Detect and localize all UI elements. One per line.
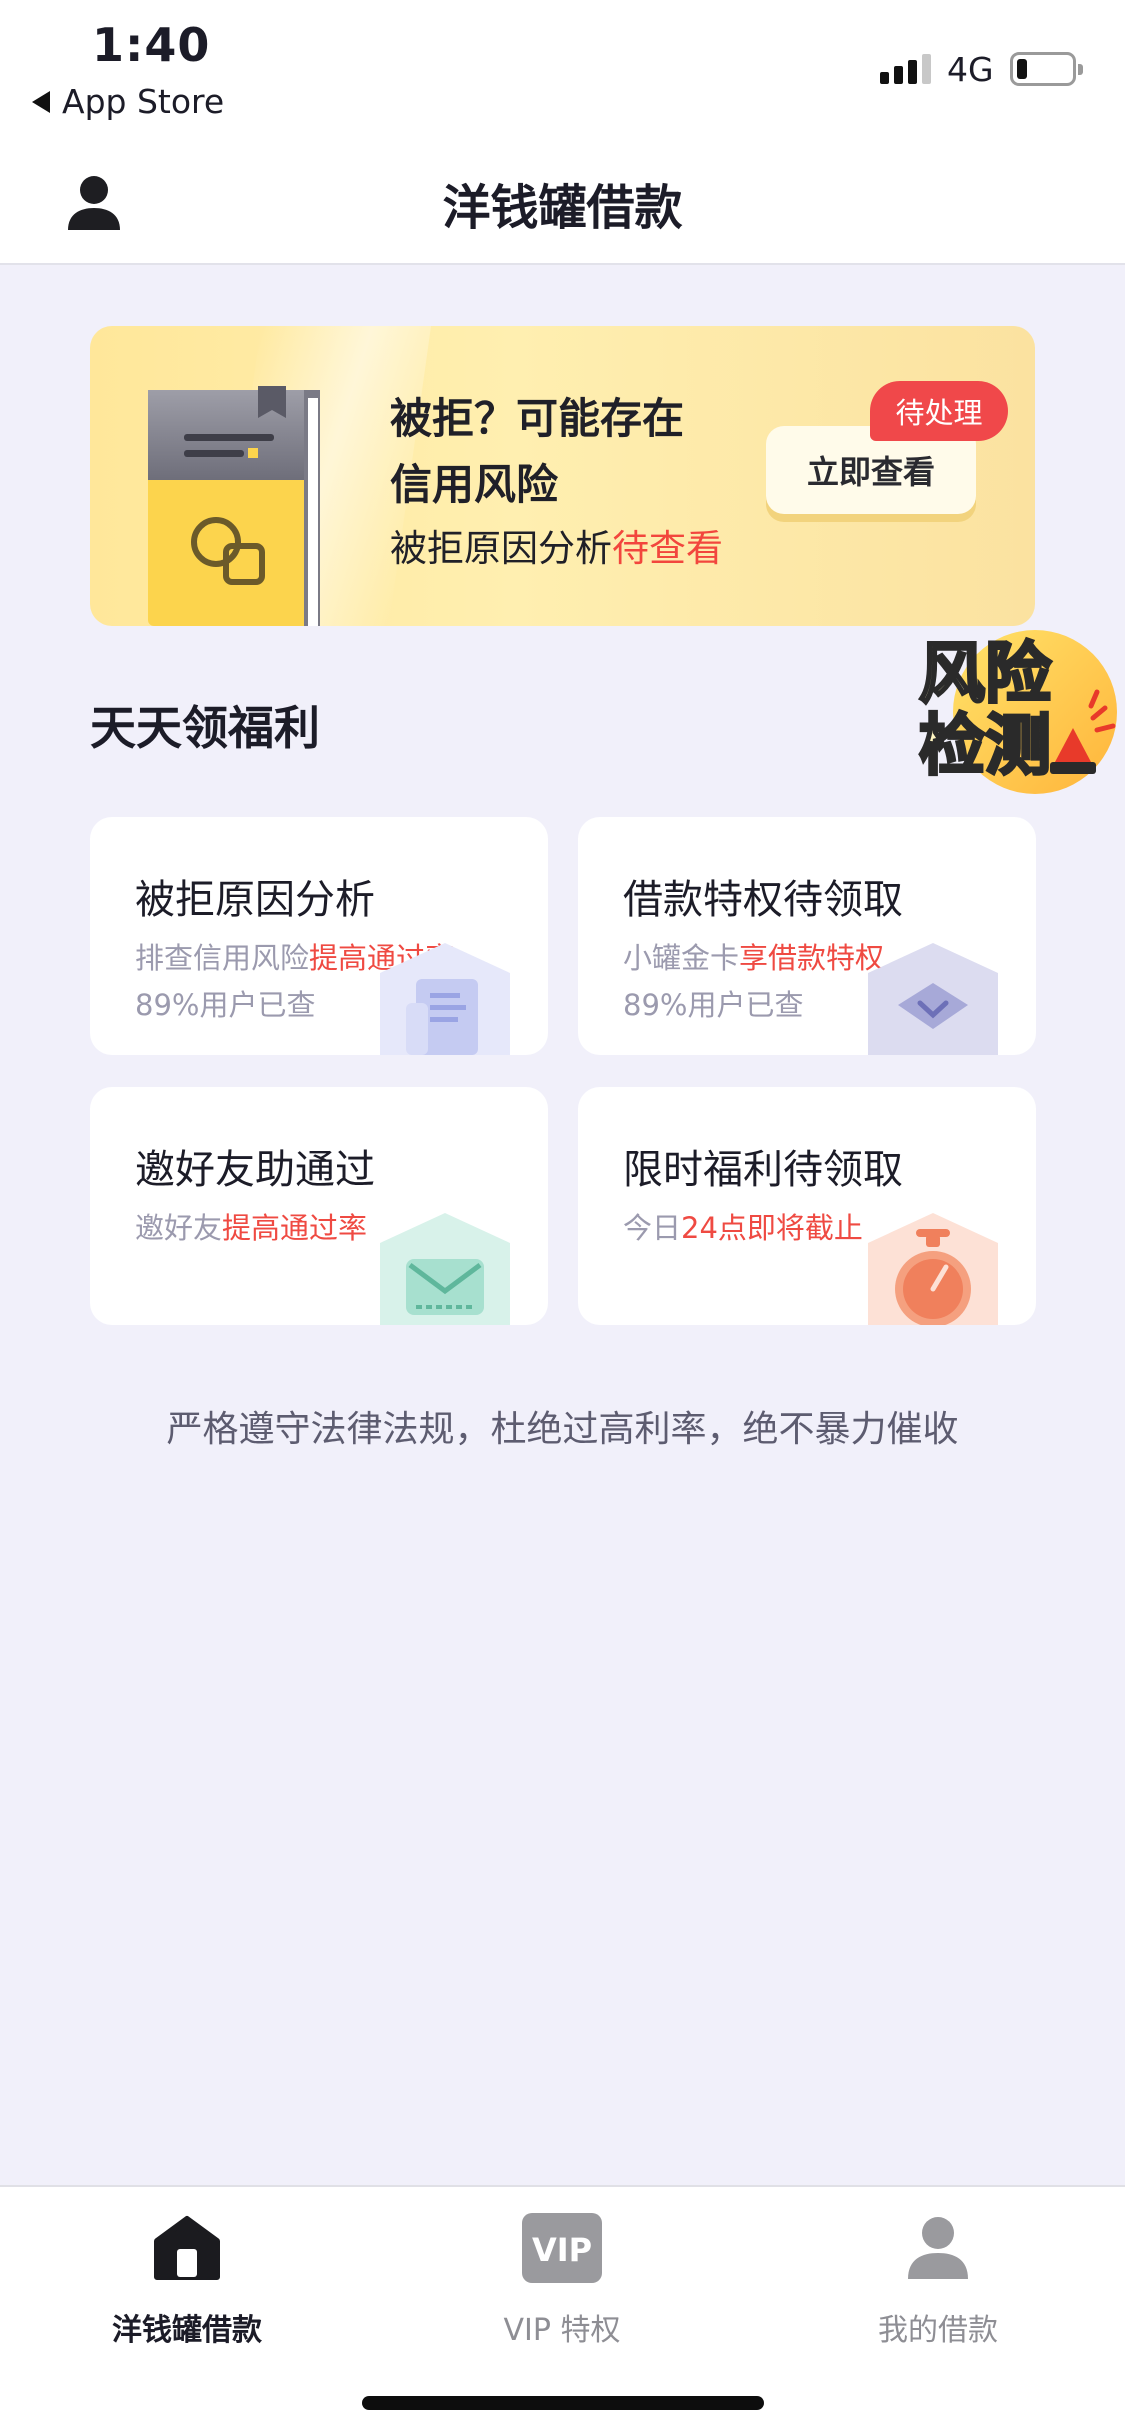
status-bar: 1:40 App Store 4G <box>0 0 1125 140</box>
back-arrow-icon <box>32 90 50 113</box>
card-title: 邀好友助通过 <box>135 1147 375 1193</box>
tab-vip[interactable]: VIP VIP 特权 <box>432 2213 692 2349</box>
benefits-section-title: 天天领福利 <box>90 701 320 755</box>
banner-sub-prefix: 被拒原因分析 <box>390 527 612 570</box>
pending-badge: 待处理 <box>870 381 1008 441</box>
benefit-card-loan-privilege[interactable]: 借款特权待领取 小罐金卡享借款特权 89%用户已查 <box>578 817 1036 1055</box>
cellular-signal-icon <box>880 54 931 84</box>
envelope-icon <box>380 1213 510 1325</box>
compliance-note: 严格遵守法律法规，杜绝过高利率，绝不暴力催收 <box>166 1409 959 1450</box>
card-title: 借款特权待领取 <box>623 877 903 923</box>
card-stat: 89%用户已查 <box>135 988 316 1022</box>
risk-badge-line2: 检测 <box>919 707 1051 784</box>
card-description: 小罐金卡享借款特权 <box>623 941 885 975</box>
document-icon <box>380 943 510 1055</box>
stopwatch-icon <box>868 1213 998 1325</box>
vip-icon-text: VIP <box>532 2231 592 2269</box>
status-time: 1:40 <box>92 18 211 72</box>
tab-home[interactable]: 洋钱罐借款 <box>57 2213 317 2349</box>
home-icon <box>154 2216 220 2280</box>
tab-vip-label: VIP 特权 <box>503 2313 621 2348</box>
card-description: 今日24点即将截止 <box>623 1211 863 1245</box>
home-indicator[interactable] <box>362 2396 764 2410</box>
benefit-card-rejection-analysis[interactable]: 被拒原因分析 排查信用风险提高通过率 89%用户已查 <box>90 817 548 1055</box>
banner-subtitle: 被拒原因分析待查看 <box>390 518 723 572</box>
benefit-card-limited-welfare[interactable]: 限时福利待领取 今日24点即将截止 <box>578 1087 1036 1325</box>
person-icon <box>908 2217 968 2279</box>
banner-headline: 被拒？可能存在 信用风险 <box>390 386 684 518</box>
risk-detection-badge-icon: 风险 检测 <box>918 630 1117 794</box>
network-type: 4G <box>947 50 994 89</box>
banner-headline-line2: 信用风险 <box>390 460 559 509</box>
banner-sub-highlight: 待查看 <box>612 527 723 570</box>
risk-detection-floating-button[interactable]: 风险 检测 <box>905 612 1120 817</box>
card-title: 限时福利待领取 <box>623 1147 903 1193</box>
credit-report-book-icon <box>148 386 320 626</box>
back-app-label: App Store <box>62 82 225 121</box>
banner-headline-line1: 被拒？可能存在 <box>390 394 685 443</box>
tab-my-loans-label: 我的借款 <box>878 2313 998 2348</box>
benefit-card-invite-friend[interactable]: 邀好友助通过 邀好友提高通过率 <box>90 1087 548 1325</box>
card-title: 被拒原因分析 <box>135 877 375 923</box>
battery-level <box>1017 59 1027 79</box>
risk-badge-line1: 风险 <box>919 635 1052 712</box>
rejection-analysis-banner[interactable]: 被拒？可能存在 信用风险 被拒原因分析待查看 立即查看 待处理 <box>90 326 1035 626</box>
vip-icon: VIP <box>522 2213 602 2283</box>
tab-my-loans[interactable]: 我的借款 <box>808 2213 1068 2349</box>
back-to-app-store-button[interactable]: App Store <box>32 82 224 121</box>
page-title: 洋钱罐借款 <box>442 180 683 236</box>
card-stat: 89%用户已查 <box>623 988 804 1022</box>
battery-icon <box>1010 52 1083 86</box>
diamond-card-icon <box>868 943 998 1055</box>
card-description: 邀好友提高通过率 <box>135 1211 368 1245</box>
tab-home-label: 洋钱罐借款 <box>112 2313 262 2348</box>
top-nav-bar: 洋钱罐借款 <box>0 140 1125 265</box>
